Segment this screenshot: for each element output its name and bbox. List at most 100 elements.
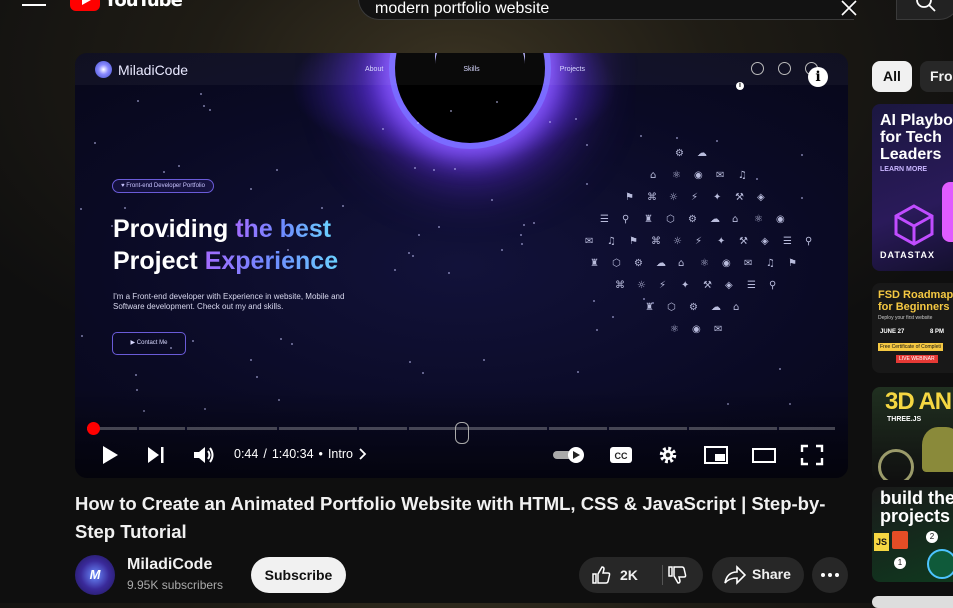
theater-mode-icon[interactable] (752, 444, 776, 466)
tech-icon: ✦ (681, 280, 690, 291)
star-dot (256, 375, 259, 378)
time-display: 0:44 / 1:40:34 • Intro (234, 447, 368, 461)
share-button[interactable]: Share (712, 557, 804, 593)
tech-icon: ◉ (692, 324, 701, 335)
chip-all[interactable]: All (872, 61, 912, 92)
tech-icon: ♫ (766, 258, 775, 269)
volume-icon[interactable] (192, 444, 216, 466)
star-dot (549, 120, 552, 123)
tech-icon: ⌘ (651, 236, 661, 247)
star-dot (533, 221, 536, 224)
tech-icon: ♫ (738, 170, 747, 181)
related-video-thumbnail-2[interactable]: FSD Roadmap for Beginners Deploy your fi… (872, 283, 953, 373)
star-dot (801, 153, 804, 156)
thumb1-cta: LEARN MORE (880, 166, 928, 173)
youtube-social-icon (751, 62, 764, 75)
fullscreen-icon[interactable] (800, 444, 824, 466)
search-input[interactable] (373, 0, 777, 19)
clear-search-icon[interactable] (838, 0, 860, 19)
video-player[interactable]: MiladiCode About Skills Projects i i ♥ F… (75, 53, 848, 478)
tech-icon: ☰ (783, 236, 792, 247)
chevron-right-icon[interactable] (358, 448, 368, 460)
tech-icon: ⌘ (615, 280, 625, 291)
chip-from[interactable]: From (920, 61, 953, 92)
play-icon[interactable] (99, 444, 121, 466)
menu-icon[interactable] (22, 0, 46, 10)
tech-icon: ⚡ (659, 280, 667, 291)
tech-icon: ☁ (697, 148, 707, 159)
channel-name[interactable]: MiladiCode (127, 556, 212, 574)
star-dot (585, 182, 588, 185)
tech-icon: ◉ (776, 214, 785, 225)
tech-icon: ✦ (713, 192, 722, 203)
star-dot (483, 358, 486, 361)
like-button[interactable]: 2K (579, 557, 659, 593)
star-dot (639, 135, 642, 138)
captions-icon[interactable]: CC (609, 444, 633, 466)
tech-icon: ⚙ (634, 258, 643, 269)
tech-icon: ⌂ (678, 258, 685, 269)
thumb4-line1: build thes (880, 488, 953, 508)
more-actions-button[interactable] (812, 557, 848, 593)
star-dot (249, 358, 252, 361)
related-video-thumbnail-1[interactable]: AI Playbo for Tech Leaders LEARN MORE DA… (872, 104, 953, 271)
search-box[interactable] (358, 0, 857, 20)
info-button[interactable]: i (808, 67, 828, 87)
like-divider (662, 565, 663, 585)
thumb1-line1: AI Playbo (880, 112, 953, 129)
star-dot (162, 171, 165, 174)
chapter-title[interactable]: Intro (328, 447, 353, 461)
subscribe-button[interactable]: Subscribe (251, 557, 346, 593)
star-dot (291, 343, 294, 345)
thumb2-tag2: LIVE WEBINAR (896, 355, 938, 363)
next-icon[interactable] (145, 444, 167, 466)
dislike-button[interactable] (665, 557, 703, 593)
tech-icon: ◈ (757, 192, 765, 203)
tech-icon: ☼ (673, 236, 682, 247)
tech-icon: ⚛ (700, 258, 709, 269)
like-count: 2K (620, 567, 638, 583)
tech-icon: ☰ (747, 280, 756, 291)
thumbs-up-icon (592, 566, 611, 584)
star-dot (208, 109, 211, 112)
star-dot (521, 243, 524, 246)
tech-icon: ✉ (585, 236, 594, 247)
tech-icon: ♫ (607, 236, 616, 247)
hero-line2-plain: Project (113, 247, 205, 275)
tech-icon: ⌂ (733, 302, 740, 313)
star-dot (80, 208, 83, 211)
js-logo-icon: JS (874, 533, 889, 551)
search-button[interactable] (896, 0, 953, 20)
miniplayer-icon[interactable] (704, 444, 728, 466)
star-dot (612, 316, 615, 319)
star-dot (320, 207, 323, 210)
related-video-thumbnail-5[interactable] (872, 596, 953, 608)
tech-icon: ☰ (600, 214, 609, 225)
star-dot (585, 143, 588, 146)
thumb2-tag1: Free Certificate of Completi (878, 343, 943, 351)
tech-icon: ⚲ (622, 214, 630, 225)
related-video-thumbnail-3[interactable]: 3D AN THREE.JS (872, 387, 953, 480)
settings-gear-icon[interactable] (656, 444, 680, 466)
star-dot (411, 255, 414, 258)
tech-icon: ☁ (711, 302, 721, 313)
tech-icon: ✉ (744, 258, 753, 269)
star-dot (413, 167, 416, 170)
step-badge-1: 1 (894, 557, 906, 569)
star-dot (408, 251, 411, 254)
tech-icon: ◉ (694, 170, 703, 181)
star-dot (93, 142, 96, 145)
scrubber-handle[interactable] (87, 422, 100, 435)
autoplay-toggle[interactable] (552, 444, 586, 466)
thumb1-graphic (942, 182, 953, 242)
star-dot (592, 300, 595, 302)
youtube-logo[interactable]: YouTube (70, 0, 183, 11)
react-logo-icon (927, 549, 953, 579)
star-dot (417, 233, 420, 236)
star-dot (81, 335, 84, 337)
related-video-thumbnail-4[interactable]: build thes projects JS 1 2 (872, 487, 953, 582)
star-dot (500, 248, 503, 251)
share-arrow-icon (724, 565, 746, 585)
channel-avatar[interactable]: M (75, 555, 115, 595)
tech-icon: ⚑ (625, 192, 634, 203)
